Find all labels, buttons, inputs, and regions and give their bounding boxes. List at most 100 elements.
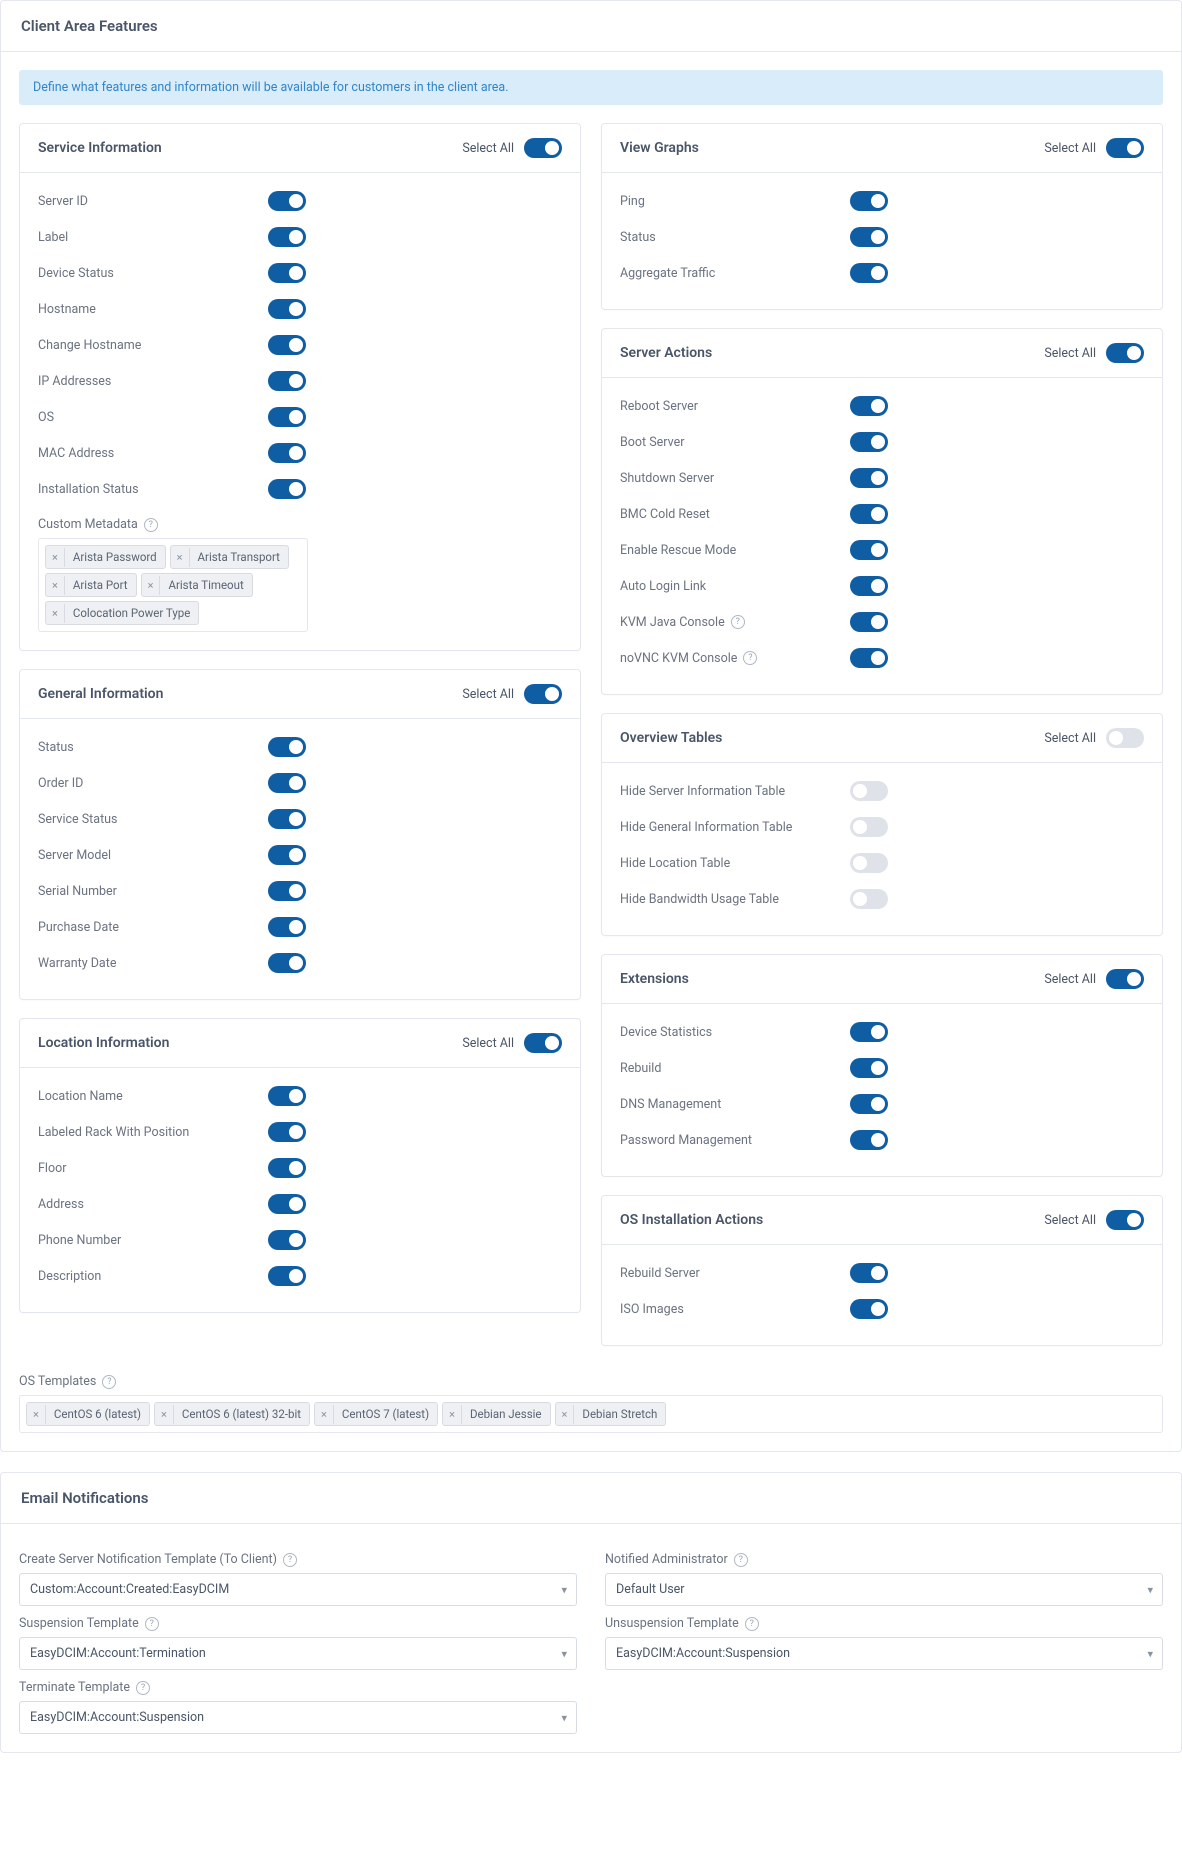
tag-remove-icon[interactable]: × bbox=[443, 1405, 462, 1424]
create-server-template-select[interactable]: Custom:Account:Created:EasyDCIM bbox=[19, 1573, 577, 1606]
terminate-template-select[interactable]: EasyDCIM:Account:Suspension bbox=[19, 1701, 577, 1734]
select-all-toggle[interactable] bbox=[524, 138, 562, 158]
os-templates-tagbox[interactable]: ×CentOS 6 (latest)×CentOS 6 (latest) 32-… bbox=[19, 1395, 1163, 1433]
tag-remove-icon[interactable]: × bbox=[171, 548, 190, 567]
feature-toggle[interactable] bbox=[268, 1266, 306, 1286]
tag: ×Debian Jessie bbox=[442, 1402, 550, 1426]
select-all-toggle[interactable] bbox=[1106, 1210, 1144, 1230]
help-icon[interactable]: ? bbox=[145, 1617, 159, 1631]
feature-toggle[interactable] bbox=[268, 737, 306, 757]
notified-admin-select[interactable]: Default User bbox=[605, 1573, 1163, 1606]
help-icon[interactable]: ? bbox=[743, 651, 757, 665]
client-area-features-panel: Client Area Features Define what feature… bbox=[0, 0, 1182, 1452]
feature-toggle[interactable] bbox=[850, 540, 888, 560]
suspension-template-select[interactable]: EasyDCIM:Account:Termination bbox=[19, 1637, 577, 1670]
select-all-toggle[interactable] bbox=[1106, 343, 1144, 363]
select-all-toggle[interactable] bbox=[1106, 969, 1144, 989]
feature-toggle[interactable] bbox=[850, 612, 888, 632]
row-label: Password Management bbox=[620, 1133, 850, 1148]
feature-toggle[interactable] bbox=[850, 191, 888, 211]
tag: ×Arista Password bbox=[45, 545, 166, 569]
help-icon[interactable]: ? bbox=[283, 1553, 297, 1567]
feature-toggle[interactable] bbox=[268, 1158, 306, 1178]
feature-toggle[interactable] bbox=[850, 468, 888, 488]
feature-toggle[interactable] bbox=[268, 1194, 306, 1214]
feature-toggle[interactable] bbox=[268, 335, 306, 355]
feature-toggle[interactable] bbox=[850, 1094, 888, 1114]
feature-toggle[interactable] bbox=[850, 1022, 888, 1042]
tag-remove-icon[interactable]: × bbox=[27, 1405, 46, 1424]
feature-toggle[interactable] bbox=[850, 889, 888, 909]
feature-toggle[interactable] bbox=[850, 648, 888, 668]
unsuspension-template-select[interactable]: EasyDCIM:Account:Suspension bbox=[605, 1637, 1163, 1670]
feature-toggle[interactable] bbox=[850, 227, 888, 247]
feature-toggle[interactable] bbox=[268, 1230, 306, 1250]
feature-toggle[interactable] bbox=[850, 432, 888, 452]
feature-toggle[interactable] bbox=[850, 1299, 888, 1319]
row-label-text: Service Status bbox=[38, 812, 118, 827]
row-label: DNS Management bbox=[620, 1097, 850, 1112]
row-label: Serial Number bbox=[38, 884, 268, 899]
select-all-toggle[interactable] bbox=[524, 1033, 562, 1053]
select-all-toggle[interactable] bbox=[524, 684, 562, 704]
tag-remove-icon[interactable]: × bbox=[46, 548, 65, 567]
row-label: Order ID bbox=[38, 776, 268, 791]
feature-toggle[interactable] bbox=[268, 1086, 306, 1106]
select-all-toggle[interactable] bbox=[1106, 138, 1144, 158]
help-icon[interactable]: ? bbox=[731, 615, 745, 629]
card-title: Location Information bbox=[38, 1035, 169, 1051]
help-icon[interactable]: ? bbox=[745, 1617, 759, 1631]
feature-toggle[interactable] bbox=[850, 817, 888, 837]
feature-toggle[interactable] bbox=[268, 407, 306, 427]
feature-toggle[interactable] bbox=[850, 1058, 888, 1078]
feature-toggle[interactable] bbox=[268, 371, 306, 391]
feature-toggle[interactable] bbox=[850, 1130, 888, 1150]
feature-toggle[interactable] bbox=[850, 396, 888, 416]
tag-remove-icon[interactable]: × bbox=[315, 1405, 334, 1424]
card-body: Rebuild ServerISO Images bbox=[602, 1245, 1162, 1345]
feature-toggle[interactable] bbox=[268, 917, 306, 937]
feature-toggle[interactable] bbox=[850, 576, 888, 596]
feature-toggle[interactable] bbox=[268, 227, 306, 247]
tag-remove-icon[interactable]: × bbox=[155, 1405, 174, 1424]
feature-toggle[interactable] bbox=[268, 191, 306, 211]
feature-toggle[interactable] bbox=[850, 1263, 888, 1283]
tag: ×Arista Timeout bbox=[141, 573, 253, 597]
tag-remove-icon[interactable]: × bbox=[142, 576, 161, 595]
row-label: Server ID bbox=[38, 194, 268, 209]
feature-toggle[interactable] bbox=[268, 443, 306, 463]
toggle-row: Status bbox=[38, 729, 562, 765]
tag-remove-icon[interactable]: × bbox=[556, 1405, 575, 1424]
feature-toggle[interactable] bbox=[268, 953, 306, 973]
feature-toggle[interactable] bbox=[850, 504, 888, 524]
row-label: Phone Number bbox=[38, 1233, 268, 1248]
tag-remove-icon[interactable]: × bbox=[46, 576, 65, 595]
tag-remove-icon[interactable]: × bbox=[46, 604, 65, 623]
custom-metadata-tagbox[interactable]: ×Arista Password×Arista Transport×Arista… bbox=[38, 538, 308, 632]
row-label-text: Description bbox=[38, 1269, 101, 1284]
feature-toggle[interactable] bbox=[850, 853, 888, 873]
toggle-row: ISO Images bbox=[620, 1291, 1144, 1327]
help-icon[interactable]: ? bbox=[144, 518, 158, 532]
toggle-row: Reboot Server bbox=[620, 388, 1144, 424]
feature-toggle[interactable] bbox=[268, 299, 306, 319]
feature-toggle[interactable] bbox=[268, 479, 306, 499]
feature-toggle[interactable] bbox=[268, 1122, 306, 1142]
help-icon[interactable]: ? bbox=[734, 1553, 748, 1567]
feature-toggle[interactable] bbox=[268, 881, 306, 901]
panel-header: Client Area Features bbox=[1, 1, 1181, 52]
feature-toggle[interactable] bbox=[850, 781, 888, 801]
help-icon[interactable]: ? bbox=[136, 1681, 150, 1695]
os-installation-actions-card: OS Installation ActionsSelect AllRebuild… bbox=[601, 1195, 1163, 1346]
feature-toggle[interactable] bbox=[268, 809, 306, 829]
card-header: ExtensionsSelect All bbox=[602, 955, 1162, 1004]
feature-toggle[interactable] bbox=[268, 845, 306, 865]
feature-toggle[interactable] bbox=[850, 263, 888, 283]
help-icon[interactable]: ? bbox=[102, 1375, 116, 1389]
panel-title: Client Area Features bbox=[21, 17, 1161, 35]
tag: ×CentOS 7 (latest) bbox=[314, 1402, 438, 1426]
feature-toggle[interactable] bbox=[268, 773, 306, 793]
select-all-toggle[interactable] bbox=[1106, 728, 1144, 748]
row-label: Labeled Rack With Position bbox=[38, 1125, 268, 1140]
feature-toggle[interactable] bbox=[268, 263, 306, 283]
